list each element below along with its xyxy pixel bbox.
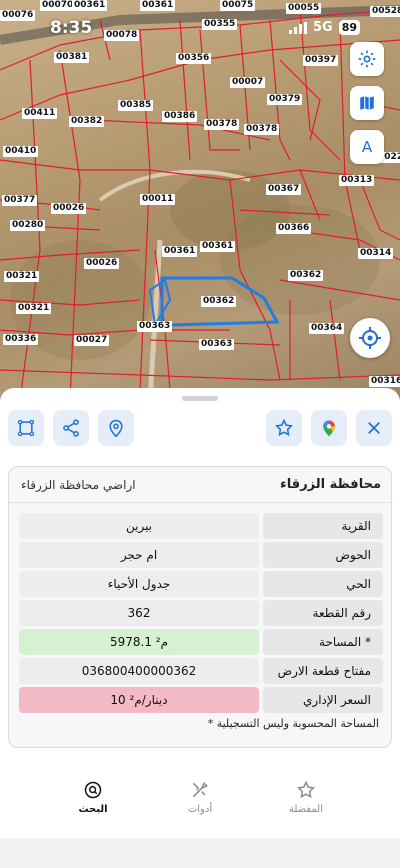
bottom-tab-bar: البحث أدوات المفضلة bbox=[0, 768, 400, 838]
plot-label: 00366 bbox=[276, 223, 312, 234]
battery-indicator: 89 bbox=[338, 20, 360, 35]
parcel-info-card: محافظة الزرقاء اراضي محافظة الزرقاء القر… bbox=[8, 466, 393, 748]
status-bar: 8:35 5G 89 bbox=[0, 0, 400, 44]
info-row-parcel-number: رقم القطعة 362 bbox=[19, 600, 383, 626]
tab-label: البحث bbox=[78, 804, 108, 815]
plot-label: 00027 bbox=[74, 335, 110, 346]
plot-label: 00361 bbox=[162, 246, 198, 257]
plot-label: 00397 bbox=[303, 55, 339, 66]
google-maps-button[interactable] bbox=[311, 410, 347, 446]
plot-label: 00411 bbox=[22, 108, 58, 119]
signal-icon bbox=[288, 21, 307, 34]
plot-label: 00367 bbox=[266, 184, 302, 195]
tab-favorites[interactable]: المفضلة bbox=[266, 780, 346, 815]
info-row-admin-price: السعر الإداري 10 دينار/م² bbox=[19, 687, 383, 713]
plot-label: 00007 bbox=[230, 77, 266, 88]
plot-label: 00280 bbox=[10, 220, 46, 231]
info-label: المساحة * bbox=[263, 629, 383, 655]
info-value: بيرين bbox=[19, 513, 259, 539]
plot-label: 00321 bbox=[16, 303, 52, 314]
info-label: السعر الإداري bbox=[263, 687, 383, 713]
plot-label: 00321 bbox=[4, 271, 40, 282]
info-value-price: 10 دينار/م² bbox=[19, 687, 259, 713]
plot-label: 00363 bbox=[199, 339, 235, 350]
card-header: محافظة الزرقاء اراضي محافظة الزرقاء bbox=[9, 467, 393, 503]
plot-label: 00379 bbox=[267, 94, 303, 105]
action-toolbar bbox=[0, 410, 400, 450]
favorite-button[interactable] bbox=[266, 410, 302, 446]
map-layers-button[interactable] bbox=[350, 86, 384, 120]
info-label: رقم القطعة bbox=[263, 600, 383, 626]
crosshair-icon bbox=[359, 327, 381, 349]
info-label: مفتاح قطعة الارض bbox=[263, 658, 383, 684]
home-indicator-area bbox=[0, 838, 400, 868]
plot-label: 00410 bbox=[3, 146, 39, 157]
plot-label: 00363 bbox=[137, 321, 173, 332]
plot-label: 00378 bbox=[244, 124, 280, 135]
network-type: 5G bbox=[312, 20, 333, 35]
info-row-village: القرية بيرين bbox=[19, 513, 383, 539]
plot-label: 00386 bbox=[162, 111, 198, 122]
tab-label: أدوات bbox=[187, 804, 213, 815]
tools-icon bbox=[192, 782, 208, 798]
info-value: جدول الأحياء bbox=[19, 571, 259, 597]
info-value: ام حجر bbox=[19, 542, 259, 568]
plot-label: 00313 bbox=[339, 175, 375, 186]
sheet-drag-handle[interactable] bbox=[182, 396, 218, 401]
info-value: 362 bbox=[19, 600, 259, 626]
info-label: القرية bbox=[263, 513, 383, 539]
tab-search[interactable]: البحث bbox=[53, 780, 133, 815]
status-indicators: 5G 89 bbox=[288, 20, 360, 35]
plot-label: 00356 bbox=[176, 53, 212, 64]
locate-me-button[interactable] bbox=[350, 318, 390, 358]
share-icon bbox=[63, 419, 79, 437]
info-label: الحوض bbox=[263, 542, 383, 568]
info-value-area: 5978.1 م² bbox=[19, 629, 259, 655]
area-footnote: * المساحة المحسوبة وليس التسجيلية bbox=[207, 717, 379, 730]
map-icon bbox=[360, 96, 374, 110]
compass-icon: A bbox=[361, 138, 373, 156]
plot-label: 00336 bbox=[3, 334, 39, 345]
star-icon bbox=[297, 780, 315, 798]
plot-label: 00011 bbox=[140, 194, 176, 205]
plot-label: 00385 bbox=[118, 100, 154, 111]
tab-tools[interactable]: أدوات bbox=[160, 780, 240, 815]
plot-label: 00026 bbox=[51, 203, 87, 214]
governorate-title: محافظة الزرقاء bbox=[280, 477, 381, 492]
gear-icon bbox=[358, 50, 376, 68]
plot-label: 00381 bbox=[54, 52, 90, 63]
star-icon bbox=[275, 418, 293, 436]
draw-polygon-button[interactable] bbox=[8, 410, 44, 446]
plot-label: 00378 bbox=[204, 119, 240, 130]
info-row-land-key: مفتاح قطعة الارض 036800400000362 bbox=[19, 658, 383, 684]
polygon-icon bbox=[17, 419, 35, 437]
satellite-map[interactable]: 00070 00361 00361 00075 00055 00528 0007… bbox=[0, 0, 400, 400]
compass-button[interactable]: A bbox=[350, 130, 384, 164]
share-button[interactable] bbox=[53, 410, 89, 446]
search-icon bbox=[84, 781, 102, 799]
close-icon bbox=[368, 422, 380, 434]
location-pin-icon bbox=[109, 419, 123, 438]
tab-label: المفضلة bbox=[288, 804, 323, 815]
google-maps-icon bbox=[323, 420, 335, 437]
status-time: 8:35 bbox=[50, 18, 93, 38]
plot-label: 00361 bbox=[200, 241, 236, 252]
selected-parcel-label: 00362 bbox=[201, 296, 237, 307]
close-button[interactable] bbox=[356, 410, 392, 446]
info-row-district: الحي جدول الأحياء bbox=[19, 571, 383, 597]
info-value-land-key[interactable]: 036800400000362 bbox=[19, 658, 259, 684]
plot-label: 00382 bbox=[69, 116, 105, 127]
settings-button[interactable] bbox=[350, 42, 384, 76]
plot-label: 00362 bbox=[288, 270, 324, 281]
plot-label: 00377 bbox=[2, 195, 38, 206]
info-row-area: المساحة * 5978.1 م² bbox=[19, 629, 383, 655]
info-label: الحي bbox=[263, 571, 383, 597]
plot-label: 00316 bbox=[369, 376, 400, 387]
plot-label: 00314 bbox=[358, 248, 394, 259]
governorate-subtitle: اراضي محافظة الزرقاء bbox=[21, 478, 136, 492]
info-row-basin: الحوض ام حجر bbox=[19, 542, 383, 568]
plot-label: 00026 bbox=[84, 258, 120, 269]
location-button[interactable] bbox=[98, 410, 134, 446]
plot-label: 00364 bbox=[309, 323, 345, 334]
